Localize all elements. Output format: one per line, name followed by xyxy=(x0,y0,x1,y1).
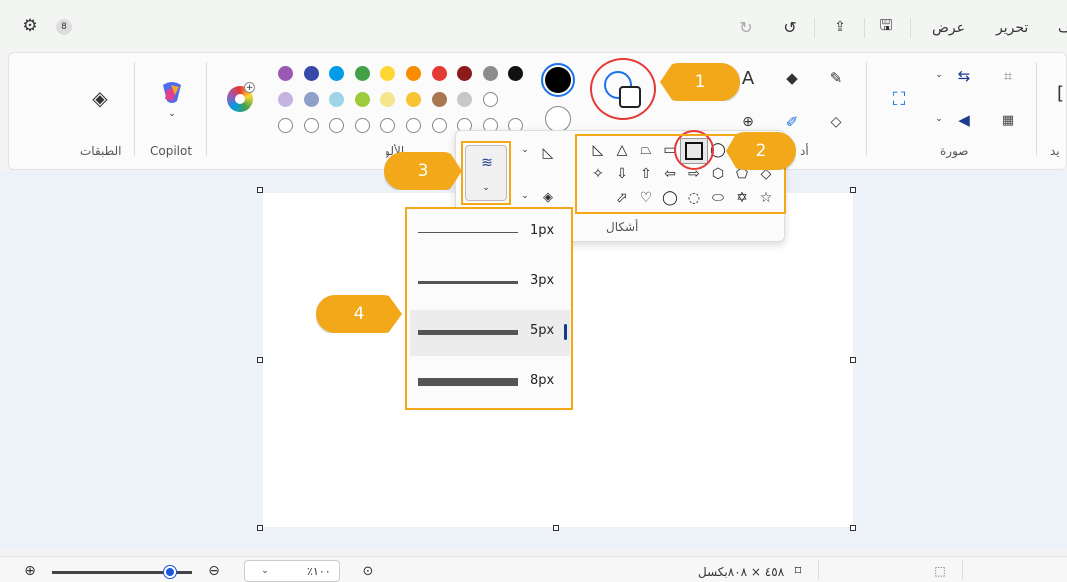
brush-size-preview-line xyxy=(418,329,518,335)
color-swatch[interactable] xyxy=(431,118,447,133)
color-swatch[interactable] xyxy=(303,66,319,81)
brush-size-option[interactable]: 5px xyxy=(410,310,570,356)
color-swatch[interactable] xyxy=(278,66,293,81)
text-tool-icon[interactable]: A xyxy=(738,68,758,89)
paint-app: ⚙ 8 ↻ ↺ ⇪ 🖫 عرض تحرير ف ◈ الطبقات ⌄ Copi… xyxy=(0,0,1067,582)
fill-bucket-icon[interactable]: ◆ xyxy=(782,68,802,88)
color-swatch[interactable] xyxy=(278,92,293,107)
resize-handle[interactable] xyxy=(850,187,856,193)
color-swatch[interactable] xyxy=(431,92,447,107)
color-swatch[interactable] xyxy=(354,92,370,107)
color-swatch[interactable] xyxy=(431,66,447,81)
color-swatch[interactable] xyxy=(482,92,498,107)
brush-size-preview-line xyxy=(418,378,518,386)
save-icon[interactable]: 🖫 xyxy=(876,16,896,37)
menu-edit[interactable]: تحرير xyxy=(996,20,1028,36)
brush-size-preview-line xyxy=(418,231,518,233)
title-bar: ⚙ 8 ↻ ↺ ⇪ 🖫 عرض تحرير ف xyxy=(0,0,1067,52)
zoom-slider-thumb[interactable] xyxy=(164,566,176,578)
magnifier-icon[interactable]: ⊕ xyxy=(738,112,758,132)
chevron-down-icon[interactable]: ⌄ xyxy=(519,190,531,202)
callout-4: 4 xyxy=(316,295,402,333)
resize-handle[interactable] xyxy=(257,357,263,363)
canvas-size-icon: ⌑ xyxy=(794,563,802,579)
color-swatch[interactable] xyxy=(278,118,293,133)
color-picker-icon[interactable]: ✐ xyxy=(782,112,802,132)
color-swatch[interactable] xyxy=(482,66,498,81)
resize-handle[interactable] xyxy=(257,525,263,531)
shapes-tool-highlight xyxy=(590,58,656,120)
redo-icon[interactable]: ↻ xyxy=(736,17,756,37)
pencil-icon[interactable]: ✎ xyxy=(826,68,846,88)
color-swatch[interactable] xyxy=(406,92,421,107)
canvas-size-text: ٤٥٨ × ٨٠٨بكسل xyxy=(698,565,785,579)
selected-indicator xyxy=(564,324,567,340)
undo-icon[interactable]: ↺ xyxy=(780,17,800,37)
share-icon[interactable]: ⇪ xyxy=(830,17,850,37)
brush-size-preview-line xyxy=(418,280,518,284)
chevron-down-icon[interactable]: ⌄ xyxy=(519,144,531,156)
rotate-icon[interactable]: ⇆ xyxy=(954,66,974,86)
image-group-label: صورة xyxy=(940,144,969,158)
menu-file[interactable]: ف xyxy=(1058,20,1067,36)
callout-1: 1 xyxy=(660,63,740,101)
color-swatch[interactable] xyxy=(303,118,319,133)
brush-size-label: 8px xyxy=(530,373,555,388)
outline-style-icon[interactable]: ◺ xyxy=(538,143,558,163)
color-swatch[interactable] xyxy=(354,66,370,81)
brush-size-option[interactable]: 3px xyxy=(410,260,570,306)
copilot-label: Copilot xyxy=(150,144,193,158)
status-bar xyxy=(0,556,1067,582)
tools-group-label: أد xyxy=(800,144,809,158)
eraser-icon[interactable]: ◇ xyxy=(826,112,846,132)
brush-size-option[interactable]: 1px xyxy=(410,210,570,256)
brush-size-label: 3px xyxy=(530,273,555,288)
zoom-out-icon[interactable]: ⊖ xyxy=(206,563,222,579)
chevron-down-icon: ⌄ xyxy=(261,566,269,576)
layers-label: الطبقات xyxy=(80,144,122,158)
resize-icon[interactable]: ▦ xyxy=(998,110,1018,130)
menu-view[interactable]: عرض xyxy=(932,20,965,36)
resize-handle[interactable] xyxy=(257,187,263,193)
chevron-down-icon[interactable]: ⌄ xyxy=(934,114,944,124)
chevron-down-icon[interactable]: ⌄ xyxy=(166,108,178,120)
brush-size-option[interactable]: 8px xyxy=(410,360,570,406)
zoom-in-icon[interactable]: ⊕ xyxy=(22,563,38,579)
selection-group-label: يد xyxy=(1050,144,1060,158)
primary-color[interactable] xyxy=(541,63,575,97)
copilot-icon[interactable] xyxy=(158,80,186,106)
zoom-dropdown[interactable]: ⌄ ٪١٠٠ xyxy=(244,560,340,582)
settings-gear-icon[interactable]: ⚙ xyxy=(20,16,40,36)
add-color-icon[interactable]: + xyxy=(244,82,255,93)
brush-button-highlight xyxy=(461,141,511,205)
callout-2: 2 xyxy=(726,132,796,170)
chevron-down-icon[interactable]: ⌄ xyxy=(934,70,944,80)
zoom-value: ٪١٠٠ xyxy=(307,565,331,578)
select-image-icon[interactable]: ⛶ xyxy=(886,86,912,112)
crop-icon[interactable]: ⌗ xyxy=(998,66,1018,86)
resize-handle[interactable] xyxy=(850,357,856,363)
shapes-label: أشكال xyxy=(606,220,639,234)
layers-icon[interactable]: ◈ xyxy=(88,86,112,110)
resize-handle[interactable] xyxy=(850,525,856,531)
brush-size-label: 1px xyxy=(530,223,555,238)
callout-3: 3 xyxy=(384,152,462,190)
secondary-color[interactable] xyxy=(545,106,571,132)
selection-size-icon: ⬚ xyxy=(934,564,946,578)
color-swatch[interactable] xyxy=(406,66,421,81)
color-swatch[interactable] xyxy=(354,118,370,133)
fill-style-icon[interactable]: ◈ xyxy=(538,187,558,207)
color-swatch[interactable] xyxy=(303,92,319,107)
fit-to-window-icon[interactable]: ⊙ xyxy=(360,563,376,579)
flip-icon[interactable]: ◀ xyxy=(954,110,974,130)
brush-size-label: 5px xyxy=(530,323,555,338)
color-swatch[interactable] xyxy=(406,118,421,133)
selection-icon[interactable]: [ xyxy=(1054,80,1067,106)
resize-handle[interactable] xyxy=(553,525,559,531)
account-avatar[interactable]: 8 xyxy=(56,19,72,35)
